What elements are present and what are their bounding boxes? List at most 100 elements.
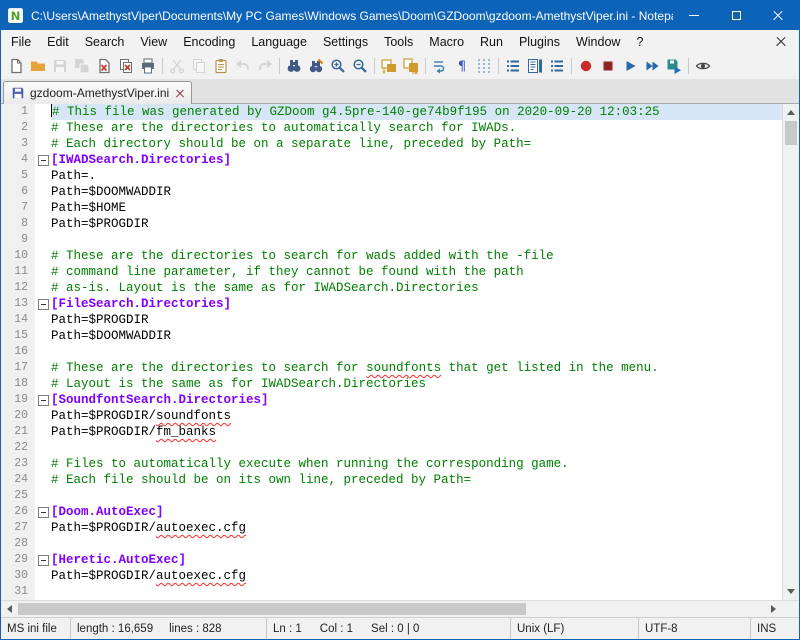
tab-close-icon[interactable] (176, 89, 184, 97)
sync-vertical-scrolling-icon[interactable] (378, 55, 400, 77)
zoom-in-icon[interactable] (327, 55, 349, 77)
fold-collapse-icon[interactable] (37, 298, 49, 310)
undo-icon[interactable] (232, 55, 254, 77)
arrow-up-icon (787, 110, 795, 115)
show-indent-guide-icon[interactable] (473, 55, 495, 77)
new-file-icon[interactable] (5, 55, 27, 77)
menu-item-macro[interactable]: Macro (421, 31, 472, 53)
save-all-icon[interactable] (71, 55, 93, 77)
line-text: # Each file should be on its own line, p… (51, 472, 782, 488)
fold-margin[interactable] (35, 152, 51, 168)
run-macro-multiple-times-icon[interactable] (641, 55, 663, 77)
tab-active[interactable]: gzdoom-AmethystViper.ini (3, 81, 193, 104)
line-number: 21 (1, 424, 35, 440)
line-number: 13 (1, 296, 35, 312)
fold-collapse-icon[interactable] (37, 506, 49, 518)
document-list-icon[interactable] (546, 55, 568, 77)
line-text: Path=$PROGDIR (51, 312, 782, 328)
start-recording-icon[interactable] (575, 55, 597, 77)
vertical-scroll-track[interactable] (783, 121, 799, 583)
menu-item-run[interactable]: Run (472, 31, 511, 53)
document-map-icon[interactable] (524, 55, 546, 77)
tab-bar: gzdoom-AmethystViper.ini (1, 79, 799, 104)
word-wrap-icon[interactable] (429, 55, 451, 77)
menu-item-edit[interactable]: Edit (39, 31, 77, 53)
show-all-characters-icon[interactable] (451, 55, 473, 77)
print-icon[interactable] (137, 55, 159, 77)
code-line-22: 22 (1, 440, 782, 456)
menu-item-search[interactable]: Search (77, 31, 133, 53)
scroll-left-button[interactable] (1, 601, 18, 617)
fold-collapse-icon[interactable] (37, 394, 49, 406)
line-text: # These are the directories to search fo… (51, 248, 782, 264)
status-line-label: Ln : 1 (273, 622, 302, 635)
close-all-icon[interactable] (115, 55, 137, 77)
fold-margin[interactable] (35, 392, 51, 408)
horizontal-scrollbar[interactable] (1, 600, 799, 617)
status-insert-mode[interactable]: INS (751, 618, 799, 639)
status-encoding[interactable]: UTF-8 (639, 618, 751, 639)
line-text: [Heretic.AutoExec] (51, 552, 782, 568)
menu-item-encoding[interactable]: Encoding (175, 31, 243, 53)
line-number: 7 (1, 200, 35, 216)
scroll-down-button[interactable] (783, 583, 799, 600)
menu-item-view[interactable]: View (132, 31, 175, 53)
horizontal-scroll-thumb[interactable] (18, 603, 526, 615)
text-token: Path=$PROGDIR/ (51, 409, 157, 423)
open-file-icon[interactable] (27, 55, 49, 77)
comment-token: # Each file should be on its own line, p… (51, 473, 472, 487)
function-list-icon[interactable] (502, 55, 524, 77)
scroll-up-button[interactable] (783, 104, 799, 121)
vertical-scroll-thumb[interactable] (785, 121, 797, 145)
stop-recording-icon[interactable] (597, 55, 619, 77)
replace-icon[interactable] (305, 55, 327, 77)
paste-icon[interactable] (210, 55, 232, 77)
minimize-button[interactable] (673, 1, 715, 30)
fold-margin[interactable] (35, 504, 51, 520)
fold-margin[interactable] (35, 552, 51, 568)
line-number: 9 (1, 232, 35, 248)
toolbar-separator (571, 58, 572, 74)
line-text (51, 232, 782, 248)
fold-collapse-icon[interactable] (37, 554, 49, 566)
playback-macro-icon[interactable] (619, 55, 641, 77)
menu-item-file[interactable]: File (3, 31, 39, 53)
menubar-close-button[interactable] (776, 35, 785, 49)
toolbar-separator (374, 58, 375, 74)
save-file-icon[interactable] (49, 55, 71, 77)
line-number: 6 (1, 184, 35, 200)
zoom-out-icon[interactable] (349, 55, 371, 77)
maximize-icon (731, 11, 741, 20)
close-file-icon[interactable] (93, 55, 115, 77)
monitoring-icon[interactable] (692, 55, 714, 77)
sync-horizontal-scrolling-icon[interactable] (400, 55, 422, 77)
close-button[interactable] (757, 1, 799, 30)
code-line-30: 30 Path=$PROGDIR/autoexec.cfg (1, 568, 782, 584)
cut-icon[interactable] (166, 55, 188, 77)
text-token: soundfonts (156, 409, 232, 423)
find-icon[interactable] (283, 55, 305, 77)
fold-collapse-icon[interactable] (37, 154, 49, 166)
menu-item-plugins[interactable]: Plugins (511, 31, 568, 53)
code-area[interactable]: 1 # This file was generated by GZDoom g4.… (1, 104, 782, 600)
save-recorded-macro-icon[interactable] (663, 55, 685, 77)
horizontal-scroll-track[interactable] (18, 601, 765, 617)
fold-margin[interactable] (35, 296, 51, 312)
scroll-right-button[interactable] (765, 601, 782, 617)
maximize-button[interactable] (715, 1, 757, 30)
menu-item-tools[interactable]: Tools (376, 31, 421, 53)
vertical-scrollbar[interactable] (782, 104, 799, 600)
editor-region: 1 # This file was generated by GZDoom g4.… (1, 104, 799, 600)
menu-item-settings[interactable]: Settings (315, 31, 376, 53)
code-line-5: 5 Path=. (1, 168, 782, 184)
copy-icon[interactable] (188, 55, 210, 77)
status-lines-label: lines : 828 (169, 622, 222, 635)
redo-icon[interactable] (254, 55, 276, 77)
menu-item-language[interactable]: Language (243, 31, 315, 53)
menu-item-help[interactable]: ? (628, 31, 651, 53)
fold-margin (35, 216, 51, 232)
code-line-15: 15 Path=$DOOMWADDIR (1, 328, 782, 344)
menu-item-window[interactable]: Window (568, 31, 628, 53)
status-eol-format[interactable]: Unix (LF) (511, 618, 639, 639)
text-token: Path=$DOOMWADDIR (51, 185, 172, 199)
